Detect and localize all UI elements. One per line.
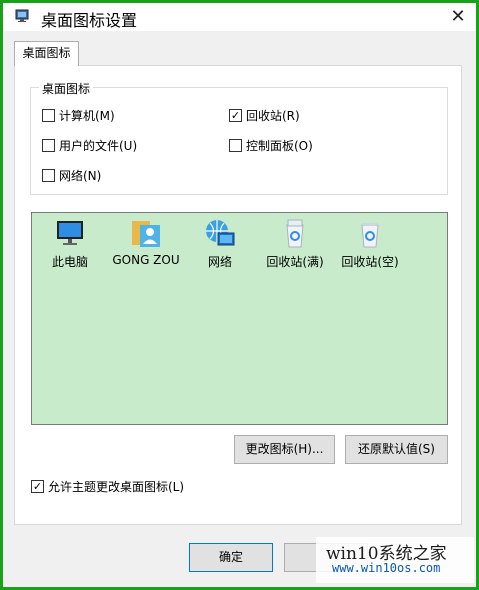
icon-label: 回收站(满) xyxy=(266,255,324,269)
icon-item-user-folder[interactable]: GONG ZOU xyxy=(108,217,184,267)
icon-item-recycle-bin-empty[interactable]: 回收站(空) xyxy=(335,217,405,270)
tab-desktop-icons[interactable]: 桌面图标 xyxy=(14,41,79,66)
network-globe-icon xyxy=(206,220,235,246)
checkbox-computer[interactable] xyxy=(42,109,55,122)
icon-label: 此电脑 xyxy=(51,255,88,269)
checkbox-control-panel-label[interactable]: 控制面板(O) xyxy=(246,137,313,154)
checkbox-allow-themes[interactable]: ✓ xyxy=(31,480,44,493)
user-folder-icon xyxy=(132,221,160,247)
icon-label: GONG ZOU xyxy=(112,253,180,267)
checkbox-user-files[interactable] xyxy=(42,139,55,152)
checkbox-user-files-label[interactable]: 用户的文件(U) xyxy=(59,137,137,154)
icon-item-recycle-bin-full[interactable]: 回收站(满) xyxy=(260,217,330,270)
checkbox-recycle-bin-label[interactable]: 回收站(R) xyxy=(246,107,300,124)
restore-default-button[interactable]: 还原默认值(S) xyxy=(345,435,448,464)
recycle-bin-empty-icon xyxy=(361,223,379,248)
icon-item-this-pc[interactable]: 此电脑 xyxy=(40,217,100,270)
watermark-url: www.win10os.com xyxy=(332,561,441,575)
title-bar: 桌面图标设置 ✕ xyxy=(3,3,476,31)
icon-item-network[interactable]: 网络 xyxy=(192,217,248,270)
monitor-icon xyxy=(57,221,83,245)
checkbox-network-label[interactable]: 网络(N) xyxy=(59,167,101,184)
watermark: win10系统之家 www.win10os.com xyxy=(316,537,474,583)
desktop-settings-icon xyxy=(15,9,31,23)
icon-label: 回收站(空) xyxy=(341,255,399,269)
change-icon-button[interactable]: 更改图标(H)... xyxy=(234,435,335,464)
checkbox-allow-themes-label[interactable]: 允许主题更改桌面图标(L) xyxy=(48,478,184,495)
checkbox-recycle-bin[interactable]: ✓ xyxy=(229,109,242,122)
ok-button[interactable]: 确定 xyxy=(189,543,273,572)
window-title: 桌面图标设置 xyxy=(41,11,138,30)
recycle-bin-full-icon xyxy=(286,219,304,248)
checkbox-control-panel[interactable] xyxy=(229,139,242,152)
close-icon[interactable]: ✕ xyxy=(443,3,473,31)
group-label: 桌面图标 xyxy=(39,80,94,97)
icon-label: 网络 xyxy=(207,255,232,269)
checkbox-network[interactable] xyxy=(42,169,55,182)
checkbox-computer-label[interactable]: 计算机(M) xyxy=(59,107,115,124)
icon-list-view[interactable]: 此电脑 GONG ZOU 网络 回收站(满) 回收站(空) xyxy=(31,212,448,425)
